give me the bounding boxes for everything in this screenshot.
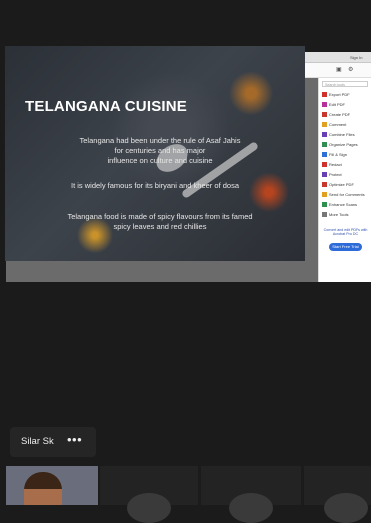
tool-item[interactable]: Combine Files xyxy=(322,132,355,138)
tool-label: Fill & Sign xyxy=(329,152,348,157)
tool-label: Redact xyxy=(329,162,342,167)
tool-icon xyxy=(322,182,327,188)
tool-label: Edit PDF xyxy=(329,102,346,107)
slide-bullet: influence on culture and cuisine xyxy=(107,156,213,165)
slide-bullet: spicy leaves and red chillies xyxy=(113,222,207,231)
tool-label: Enhance Scans xyxy=(329,202,358,207)
tool-label: Export PDF xyxy=(329,92,350,97)
tool-icon xyxy=(322,212,327,218)
slide-bullet: Telangana had been under the rule of Asa… xyxy=(79,136,241,145)
sign-in-link[interactable]: Sign In xyxy=(346,54,366,61)
tool-item[interactable]: Fill & Sign xyxy=(322,152,347,158)
tool-label: Organize Pages xyxy=(329,142,358,147)
tool-icon xyxy=(322,122,327,128)
tool-icon xyxy=(322,132,327,138)
tool-icon xyxy=(322,172,327,178)
tool-item[interactable]: Enhance Scans xyxy=(322,202,357,208)
self-video-tile[interactable] xyxy=(6,466,98,505)
tool-label: Send for Comments xyxy=(329,192,365,197)
tool-item[interactable]: Comment xyxy=(322,122,346,128)
tool-icon xyxy=(322,112,327,118)
tool-label: Comment xyxy=(329,122,347,127)
video-tile[interactable] xyxy=(100,466,198,523)
settings-icon[interactable]: ⚙ xyxy=(348,67,353,73)
tool-item[interactable]: Optimize PDF xyxy=(322,182,354,188)
slide-bullet: It is widely famous for its biryani and … xyxy=(71,181,239,190)
tool-item[interactable]: Organize Pages xyxy=(322,142,358,148)
more-options-button[interactable]: ••• xyxy=(67,432,82,447)
tool-item[interactable]: Redact xyxy=(322,162,342,168)
tool-item[interactable]: Edit PDF xyxy=(322,102,345,108)
slide-bullet: for centuries and has major xyxy=(114,146,206,155)
presentation-slide: TELANGANA CUISINE Telangana had been und… xyxy=(5,46,305,261)
tool-item[interactable]: More Tools xyxy=(322,212,349,218)
tool-icon xyxy=(322,92,327,98)
tool-label: Create PDF xyxy=(329,112,351,117)
tool-item[interactable]: Send for Comments xyxy=(322,192,365,198)
tools-panel: Search tools Export PDF Edit PDF Create PD… xyxy=(318,78,371,282)
tool-icon xyxy=(322,102,327,108)
tool-icon xyxy=(322,142,327,148)
tool-item[interactable]: Export PDF xyxy=(322,92,350,98)
participant-video xyxy=(24,472,62,505)
tool-icon xyxy=(322,162,327,168)
tool-label: Protect xyxy=(329,172,342,177)
tool-icon xyxy=(322,192,327,198)
participant-name-tag: Silar Sk ••• xyxy=(10,427,96,457)
tool-item[interactable]: Protect xyxy=(322,172,342,178)
video-tile[interactable] xyxy=(201,466,301,523)
avatar xyxy=(229,493,273,523)
tool-label: Optimize PDF xyxy=(329,182,354,187)
promo-text: Convert and edit PDFs with Acrobat Pro D… xyxy=(323,228,368,236)
slide-title: TELANGANA CUISINE xyxy=(25,98,188,115)
free-trial-button[interactable]: Start Free Trial xyxy=(329,243,362,251)
tool-label: More Tools xyxy=(329,212,349,217)
video-tile[interactable] xyxy=(304,466,371,523)
tool-icon xyxy=(322,202,327,208)
tool-item[interactable]: Create PDF xyxy=(322,112,350,118)
tools-search-input[interactable]: Search tools xyxy=(322,81,368,87)
slide-bullet: Telangana food is made of spicy flavours… xyxy=(67,212,253,221)
save-icon[interactable]: ▣ xyxy=(336,67,342,73)
tool-label: Combine Files xyxy=(329,132,355,137)
participant-name: Silar Sk xyxy=(21,436,54,447)
tool-icon xyxy=(322,152,327,158)
avatar xyxy=(324,493,368,523)
avatar xyxy=(127,493,171,523)
